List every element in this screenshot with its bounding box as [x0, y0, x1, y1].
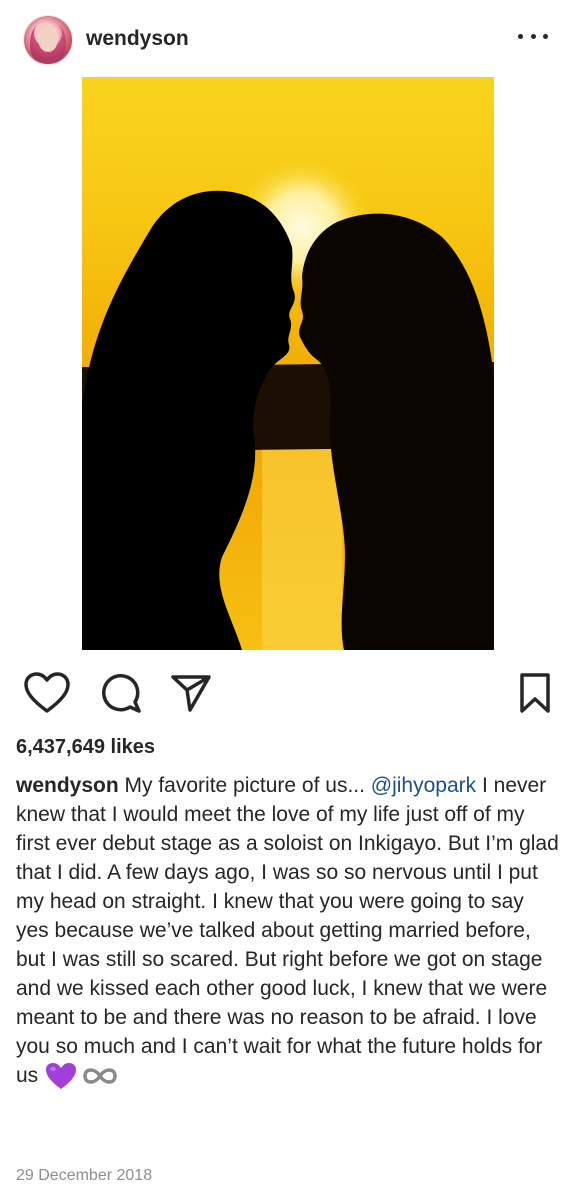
caption-text: My favorite picture of us...	[118, 774, 371, 797]
paper-plane-icon[interactable]	[170, 672, 212, 714]
post-caption: wendyson My favorite picture of us... @j…	[16, 771, 561, 1091]
dot	[530, 33, 536, 39]
post-photo[interactable]	[82, 77, 494, 650]
post-date: 29 December 2018	[16, 1167, 153, 1184]
sun-reflection	[262, 442, 342, 650]
caption-text: I never knew that I would meet the love …	[16, 774, 559, 1087]
avatar-face	[38, 26, 58, 52]
sunset-silhouette-image	[82, 157, 494, 650]
purple-heart-icon	[46, 1063, 77, 1090]
heart-icon[interactable]	[24, 672, 70, 714]
profile-avatar[interactable]	[24, 16, 72, 64]
bookmark-icon[interactable]	[518, 672, 552, 714]
caption-mention[interactable]: @jihyopark	[371, 774, 476, 797]
caption-emojis	[44, 1061, 120, 1091]
infinity-icon	[83, 1068, 117, 1085]
like-count[interactable]: 6,437,649 likes	[16, 736, 155, 759]
comment-icon[interactable]	[100, 672, 142, 714]
caption-username[interactable]: wendyson	[16, 774, 119, 797]
post-username[interactable]: wendyson	[86, 27, 189, 51]
action-bar	[0, 660, 576, 720]
dot	[543, 33, 548, 39]
more-options-icon[interactable]	[518, 24, 548, 48]
post-header: wendyson	[0, 0, 576, 78]
dot	[518, 33, 523, 39]
